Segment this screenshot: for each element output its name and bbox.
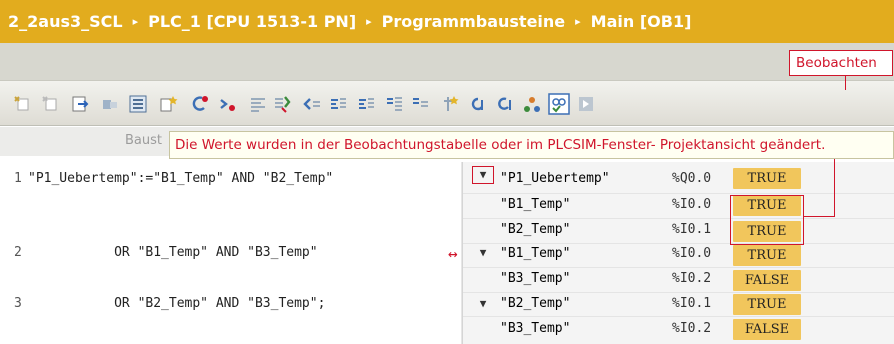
monitor-value[interactable]: TRUE (733, 245, 801, 266)
row-separator (463, 193, 894, 194)
delete-network-icon[interactable] (40, 94, 60, 114)
go-online-icon[interactable] (522, 94, 542, 114)
favorites-icon[interactable] (158, 94, 178, 114)
compile-icon[interactable] (272, 94, 292, 114)
monitor-variable: "B2_Temp" (500, 296, 571, 311)
column-header-label: Baust (125, 133, 162, 148)
monitor-address: %Q0.0 (672, 171, 712, 186)
callout-connector (834, 159, 835, 217)
expand-arrow-icon[interactable]: ▼ (475, 297, 491, 311)
code-line[interactable]: OR "B2_Temp" AND "B3_Temp"; (28, 296, 325, 311)
breadcrumb-separator-icon: ▸ (575, 15, 581, 28)
row-separator (463, 292, 894, 293)
editor-toolbar (0, 80, 894, 126)
line-number: 3 (14, 296, 22, 311)
breadcrumb-folder[interactable]: Programmbausteine (382, 12, 565, 31)
compare-icon[interactable] (248, 94, 268, 114)
go-back-icon[interactable] (494, 94, 514, 114)
row-separator (463, 243, 894, 244)
callout-connector (804, 216, 835, 217)
delete-row-icon[interactable] (100, 94, 120, 114)
breadcrumb-separator-icon: ▸ (366, 15, 372, 28)
code-line[interactable]: "P1_Uebertemp":="B1_Temp" AND "B2_Temp" (28, 171, 333, 186)
bookmark-icon[interactable] (440, 94, 460, 114)
monitor-address: %I0.0 (672, 246, 712, 261)
breadcrumb-project[interactable]: 2_2aus3_SCL (8, 12, 123, 31)
line-number: 1 (14, 171, 22, 186)
monitor-variable: "B3_Temp" (500, 271, 571, 286)
line-number: 2 (14, 245, 22, 260)
insert-network-icon[interactable] (12, 94, 32, 114)
uncomment-icon[interactable] (410, 94, 430, 114)
monitor-variable: "P1_Uebertemp" (500, 171, 610, 186)
row-separator (463, 267, 894, 268)
breadcrumb-plc[interactable]: PLC_1 [CPU 1513-1 PN] (148, 12, 356, 31)
monitor-variable: "B3_Temp" (500, 321, 571, 336)
breadcrumb-block[interactable]: Main [OB1] (591, 12, 692, 31)
monitor-address: %I0.1 (672, 296, 712, 311)
clear-cross-reference-icon[interactable] (190, 94, 210, 114)
monitor-variable: "B1_Temp" (500, 246, 571, 261)
beobachten-callout: Beobachten (789, 50, 893, 76)
expand-arrow-icon[interactable]: ▼ (475, 168, 491, 182)
breadcrumb-separator-icon: ▸ (132, 15, 139, 28)
indent-right-icon[interactable] (328, 94, 348, 114)
monitor-value[interactable]: TRUE (733, 294, 801, 315)
monitor-value[interactable]: FALSE (733, 270, 801, 291)
breadcrumb: 2_2aus3_SCL ▸ PLC_1 [CPU 1513-1 PN] ▸ Pr… (0, 0, 894, 43)
monitor-value[interactable]: FALSE (733, 319, 801, 340)
snapshot-icon[interactable] (576, 94, 596, 114)
value-changed-tooltip: Die Werte wurden in der Beobachtungstabe… (169, 131, 894, 159)
monitor-address: %I0.1 (672, 222, 712, 237)
scl-editor[interactable]: 1 "P1_Uebertemp":="B1_Temp" AND "B2_Temp… (0, 162, 894, 344)
indent-left-icon[interactable] (302, 94, 322, 114)
row-separator (463, 316, 894, 317)
monitor-icon[interactable] (548, 93, 570, 115)
expand-arrow-icon[interactable]: ▼ (475, 246, 491, 260)
monitor-variable: "B2_Temp" (500, 222, 571, 237)
pane-resize-icon[interactable]: ↔ (448, 244, 458, 263)
code-line[interactable]: OR "B1_Temp" AND "B3_Temp" (28, 245, 318, 260)
changed-values-highlight (730, 195, 804, 245)
outdent-icon[interactable] (356, 94, 376, 114)
monitor-address: %I0.0 (672, 197, 712, 212)
monitor-variable: "B1_Temp" (500, 197, 571, 212)
monitor-address: %I0.2 (672, 321, 712, 336)
block-interface-icon[interactable] (128, 94, 148, 114)
go-to-icon[interactable] (468, 94, 488, 114)
comment-icon[interactable] (384, 94, 404, 114)
insert-row-icon[interactable] (70, 94, 90, 114)
monitor-address: %I0.2 (672, 271, 712, 286)
editor-header-bar (0, 43, 894, 80)
row-separator (463, 218, 894, 219)
update-calls-icon[interactable] (218, 94, 238, 114)
monitor-value[interactable]: TRUE (733, 168, 801, 189)
callout-connector (845, 76, 846, 90)
